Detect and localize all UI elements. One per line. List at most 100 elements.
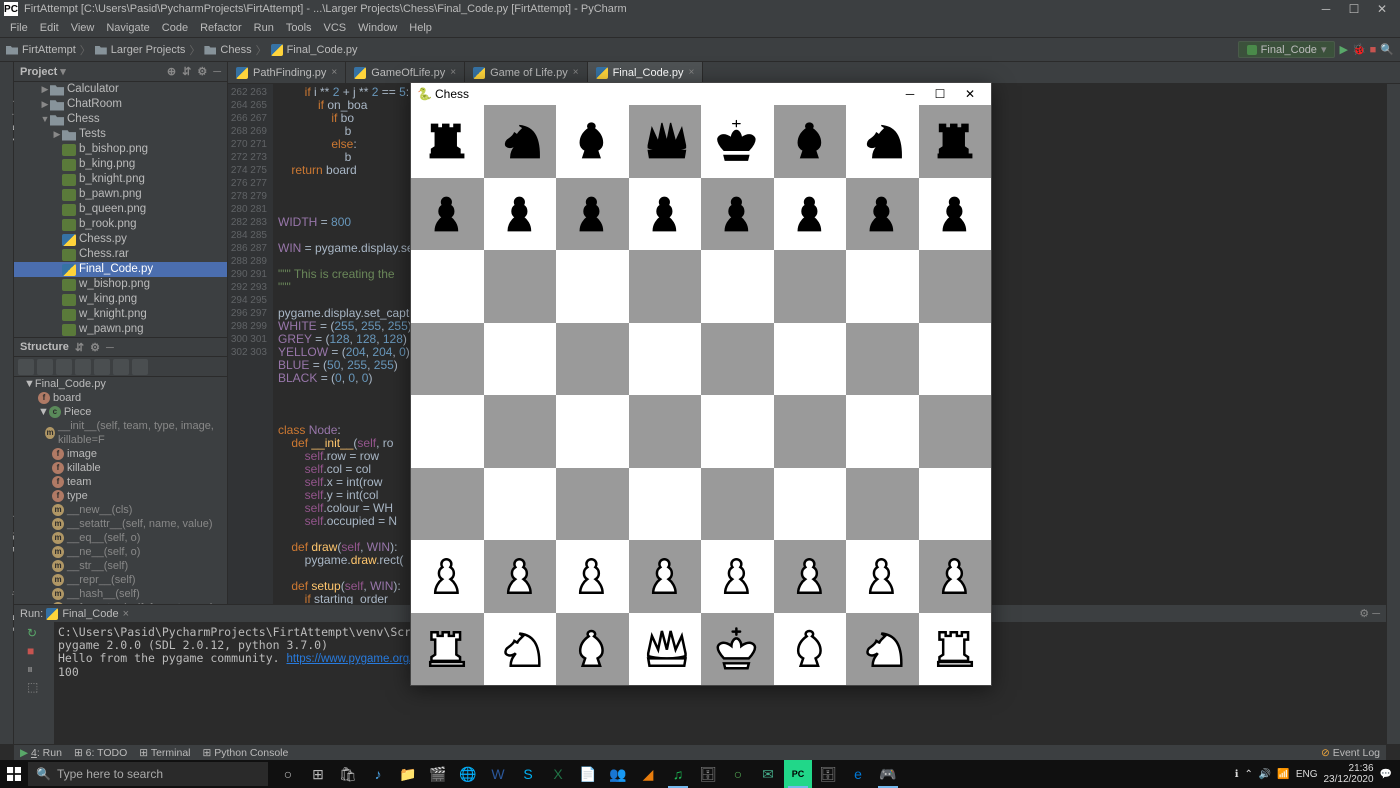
chess-square[interactable] [919, 178, 992, 251]
menu-code[interactable]: Code [156, 22, 194, 34]
chess-square[interactable] [846, 468, 919, 541]
language-icon[interactable]: ENG [1296, 769, 1318, 780]
tree-item[interactable]: b_bishop.png [14, 142, 227, 157]
tree-item[interactable]: ▶Calculator [14, 82, 227, 97]
structure-item[interactable]: fboard [14, 391, 227, 405]
chess-square[interactable] [919, 540, 992, 613]
tree-item[interactable]: w_knight.png [14, 307, 227, 322]
chess-square[interactable] [919, 323, 992, 396]
gear-icon[interactable]: ⚙ [197, 66, 207, 78]
structure-item[interactable]: m__new__(cls) [14, 503, 227, 517]
volume-icon[interactable]: 🔊 [1259, 769, 1271, 780]
chess-square[interactable] [701, 250, 774, 323]
chess-square[interactable] [484, 105, 557, 178]
start-button[interactable] [0, 760, 28, 788]
chess-minimize-button[interactable]: ─ [895, 87, 925, 101]
run-tool-tab[interactable]: ▶ 4: Run [20, 747, 62, 759]
chess-square[interactable] [846, 395, 919, 468]
breadcrumb-item[interactable]: Larger Projects [95, 44, 186, 56]
menu-view[interactable]: View [65, 22, 101, 34]
chess-square[interactable] [411, 323, 484, 396]
skype-icon[interactable]: S [514, 760, 542, 788]
chess-window[interactable]: 🐍 Chess ─ ☐ ✕ [410, 82, 992, 686]
chess-square[interactable] [411, 540, 484, 613]
taskbar-clock[interactable]: 21:36 23/12/2020 [1323, 763, 1373, 785]
project-tree[interactable]: ▶Calculator▶ChatRoom▼Chess▶Testsb_bishop… [14, 82, 227, 337]
event-log[interactable]: ⊘ Event Log [1321, 747, 1380, 759]
spotify-icon[interactable]: ♫ [664, 760, 692, 788]
chess-square[interactable] [774, 105, 847, 178]
chess-square[interactable] [411, 613, 484, 686]
chess-square[interactable] [846, 105, 919, 178]
chess-square[interactable] [556, 613, 629, 686]
menu-refactor[interactable]: Refactor [194, 22, 248, 34]
breadcrumb-item[interactable]: FirtAttempt [6, 44, 76, 56]
menu-navigate[interactable]: Navigate [100, 22, 155, 34]
editor-tab[interactable]: Final_Code.py× [588, 62, 704, 83]
tree-item[interactable]: ▶Tests [14, 127, 227, 142]
chess-square[interactable] [774, 540, 847, 613]
chess-square[interactable] [774, 323, 847, 396]
chess-square[interactable] [846, 323, 919, 396]
tool-tab[interactable]: ⊞ 6: TODO [74, 747, 127, 759]
tree-item[interactable]: w_pawn.png [14, 322, 227, 337]
chess-square[interactable] [629, 395, 702, 468]
chess-square[interactable] [919, 468, 992, 541]
editor-tab[interactable]: PathFinding.py× [228, 62, 346, 83]
app-icon[interactable]: 🎬 [424, 760, 452, 788]
cortana-icon[interactable]: ○ [274, 760, 302, 788]
app-icon[interactable]: 🎮 [874, 760, 902, 788]
breadcrumb-item[interactable]: Final_Code.py [271, 44, 358, 56]
chess-square[interactable] [629, 323, 702, 396]
wifi-icon[interactable]: 📶 [1277, 769, 1289, 780]
tray-icon[interactable]: ℹ [1235, 769, 1239, 780]
chess-square[interactable] [701, 540, 774, 613]
teams-icon[interactable]: 👥 [604, 760, 632, 788]
chess-square[interactable] [846, 178, 919, 251]
app-icon[interactable]: ✉ [754, 760, 782, 788]
chess-square[interactable] [411, 468, 484, 541]
hide-icon[interactable]: ─ [213, 66, 221, 78]
tree-item[interactable]: ▶ChatRoom [14, 97, 227, 112]
chess-square[interactable] [774, 395, 847, 468]
chess-square[interactable] [919, 613, 992, 686]
chess-square[interactable] [629, 250, 702, 323]
structure-item[interactable]: m__setattr__(self, name, value) [14, 517, 227, 531]
chess-square[interactable] [774, 178, 847, 251]
chess-square[interactable] [484, 540, 557, 613]
debug-button[interactable]: 🐞 [1352, 43, 1366, 56]
chess-square[interactable] [484, 178, 557, 251]
chess-square[interactable] [556, 468, 629, 541]
tree-item[interactable]: w_bishop.png [14, 277, 227, 292]
menu-vcs[interactable]: VCS [318, 22, 353, 34]
chrome-icon[interactable]: 🌐 [454, 760, 482, 788]
locate-icon[interactable]: ⊕ [167, 66, 176, 78]
chess-close-button[interactable]: ✕ [955, 87, 985, 101]
explorer-icon[interactable]: 📁 [394, 760, 422, 788]
chess-square[interactable] [556, 323, 629, 396]
tree-item[interactable]: Chess.rar [14, 247, 227, 262]
chess-square[interactable] [701, 468, 774, 541]
structure-item[interactable]: ▼cPiece [14, 405, 227, 419]
chess-titlebar[interactable]: 🐍 Chess ─ ☐ ✕ [411, 83, 991, 105]
menu-tools[interactable]: Tools [280, 22, 318, 34]
exit-icon[interactable]: ⬚ [27, 680, 41, 694]
chess-square[interactable] [919, 395, 992, 468]
notifications-icon[interactable]: 💬 [1380, 769, 1392, 780]
app-icon[interactable]: ♪ [364, 760, 392, 788]
chess-square[interactable] [774, 468, 847, 541]
excel-icon[interactable]: X [544, 760, 572, 788]
tree-item[interactable]: ▼Chess [14, 112, 227, 127]
menu-edit[interactable]: Edit [34, 22, 65, 34]
run-gear-icon[interactable]: ⚙ ─ [1359, 607, 1380, 620]
close-button[interactable]: ✕ [1368, 0, 1396, 18]
chess-square[interactable] [556, 250, 629, 323]
pause-icon[interactable]: ⏸ [27, 662, 41, 676]
chess-square[interactable] [846, 250, 919, 323]
structure-item[interactable]: fkillable [14, 461, 227, 475]
structure-item[interactable]: m__ne__(self, o) [14, 545, 227, 559]
structure-item[interactable]: fteam [14, 475, 227, 489]
tree-item[interactable]: Chess.py [14, 232, 227, 247]
run-tab-name[interactable]: Final_Code [62, 608, 118, 620]
collapse-icon[interactable]: ⇵ [182, 66, 191, 78]
